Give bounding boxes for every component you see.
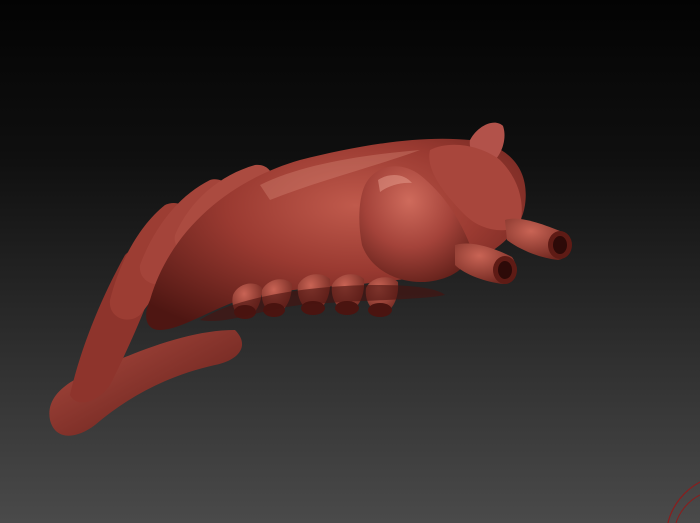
- sculpt-model[interactable]: [0, 0, 700, 523]
- sculpt-viewport[interactable]: [0, 0, 700, 523]
